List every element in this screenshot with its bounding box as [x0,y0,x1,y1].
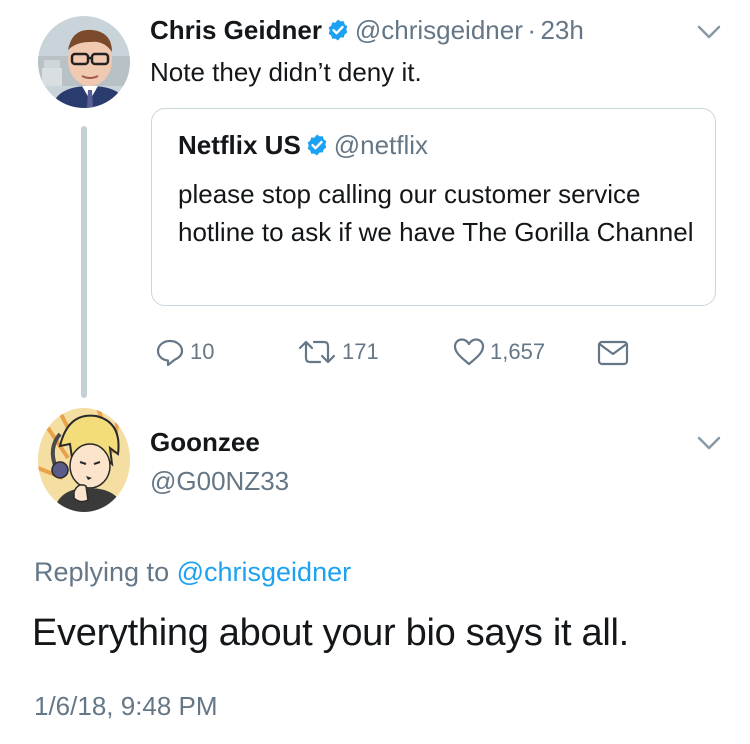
replying-to-line: Replying to @chrisgeidner [34,555,351,589]
retweet-count: 171 [342,339,379,364]
verified-badge-icon [307,134,327,156]
author-handle[interactable]: @chrisgeidner [355,15,523,45]
retweet-button[interactable]: 171 [296,336,379,368]
reply-timestamp: 1/6/18, 9:48 PM [34,691,218,721]
reply-author-name[interactable]: Goonzee [150,426,260,458]
quoted-author-handle: @netflix [333,130,429,160]
goonzee-avatar[interactable] [38,408,130,512]
chevron-down-icon[interactable] [694,433,724,453]
thread-connector-line [81,126,87,398]
reply-count: 10 [190,339,215,364]
direct-message-icon [597,340,629,366]
retweet-icon [298,340,336,364]
replying-to-mention[interactable]: @chrisgeidner [177,557,352,587]
header-separator: · [527,15,536,45]
reply-icon [156,339,184,367]
quoted-tweet-text: please stop calling our customer service… [178,179,694,247]
tweet-header: Chris Geidner @chrisgeidner · 23h [150,14,584,51]
like-count: 1,657 [490,339,546,364]
chevron-down-icon[interactable] [694,22,724,42]
quoted-tweet-card[interactable]: Netflix US @netflix please stop calling … [151,108,716,306]
direct-message-button[interactable] [596,336,634,368]
like-icon [453,338,485,366]
avatar-anime-icon [38,408,130,512]
avatar-photo-icon [38,16,130,108]
reply-button[interactable]: 10 [154,336,214,368]
verified-badge-icon [329,19,348,41]
reply-text: Everything about your bio says it all. [32,612,629,654]
quoted-header: Netflix US @netflix [178,129,428,166]
chris-geidner-avatar[interactable] [38,16,130,108]
like-button[interactable]: 1,657 [452,336,545,368]
tweet-timestamp[interactable]: 23h [540,15,583,45]
author-name[interactable]: Chris Geidner [150,15,322,45]
quoted-author-name: Netflix US [178,130,301,160]
replying-to-prefix: Replying to [34,557,170,587]
tweet-text: Note they didn’t deny it. [150,57,422,87]
reply-author-handle[interactable]: @G00NZ33 [150,465,289,497]
